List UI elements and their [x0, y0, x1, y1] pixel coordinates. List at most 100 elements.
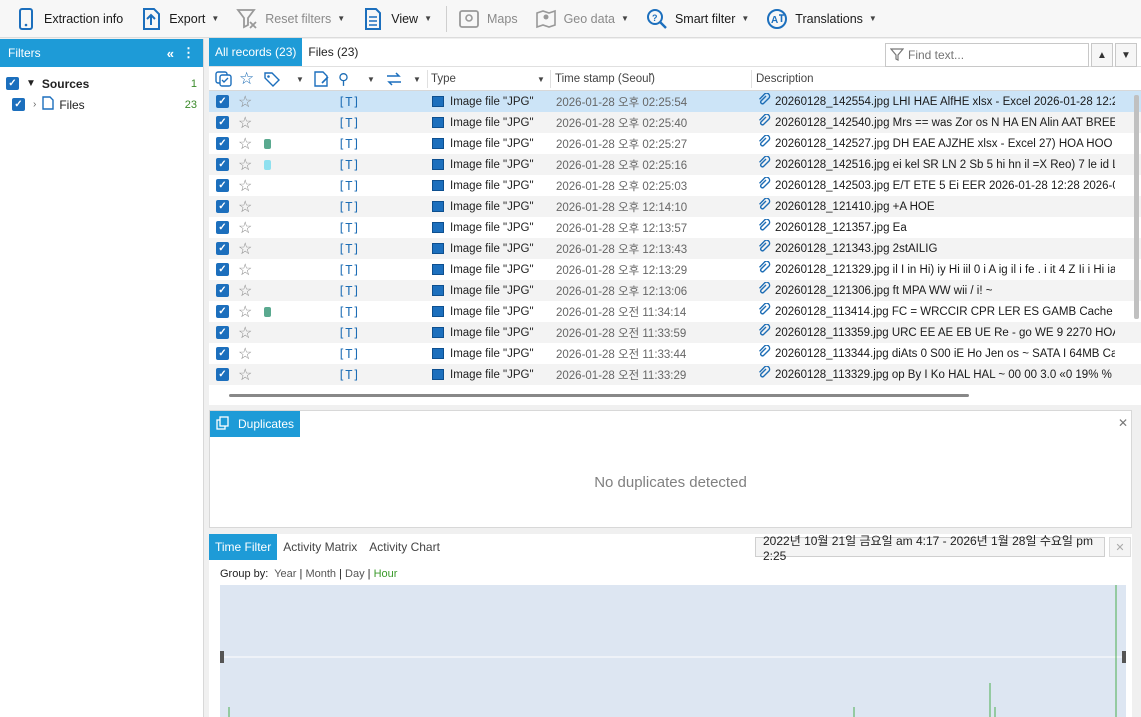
row-checkbox[interactable]: ✓ [216, 217, 229, 238]
swap-icon[interactable] [385, 67, 403, 91]
image-file-icon [432, 222, 444, 233]
find-text-box[interactable] [885, 43, 1089, 67]
chevron-right-icon[interactable]: › [33, 99, 36, 110]
row-checkbox[interactable]: ✓ [216, 322, 229, 343]
row-checkbox[interactable]: ✓ [216, 154, 229, 175]
table-row[interactable]: ✓ ☆ [T] Image file "JPG" 2026-01-28 오전 11:34… [209, 301, 1141, 322]
time-range-display: 2022년 10월 21일 금요일 am 4:17 - 2026년 1월 28일… [755, 534, 1105, 563]
smart-filter-button[interactable]: ? Smart filter ▼ [639, 4, 755, 34]
group-option-day[interactable]: Day [345, 568, 365, 580]
chevron-down-icon[interactable]: ▼ [537, 67, 545, 91]
star-icon[interactable]: ☆ [238, 154, 252, 175]
time-histogram[interactable] [220, 585, 1126, 717]
export-button[interactable]: Export ▼ [133, 4, 225, 34]
type-text: Image file "JPG" [450, 305, 534, 318]
row-checkbox[interactable]: ✓ [216, 112, 229, 133]
chevron-down-icon[interactable]: ▼ [26, 78, 36, 89]
row-checkbox[interactable]: ✓ [216, 196, 229, 217]
star-icon[interactable]: ☆ [238, 343, 252, 364]
row-checkbox[interactable]: ✓ [216, 280, 229, 301]
close-icon[interactable]: ✕ [1118, 416, 1128, 430]
table-row[interactable]: ✓ ☆ [T] Image file "JPG" 2026-01-28 오전 11:33… [209, 343, 1141, 364]
row-checkbox[interactable]: ✓ [216, 364, 229, 385]
star-icon[interactable]: ☆ [238, 301, 252, 322]
records-tabs: All records (23) Files (23) ▲ ▼ [209, 38, 1141, 67]
extraction-info-label: Extraction info [44, 11, 124, 26]
star-icon[interactable]: ☆ [238, 133, 252, 154]
star-icon[interactable]: ☆ [238, 238, 252, 259]
translations-button[interactable]: A Translations ▼ [759, 4, 883, 34]
star-icon[interactable]: ☆ [238, 217, 252, 238]
row-checkbox[interactable]: ✓ [216, 238, 229, 259]
table-row[interactable]: ✓ ☆ [T] Image file "JPG" 2026-01-28 오후 12:14… [209, 196, 1141, 217]
chevron-down-icon[interactable]: ▼ [296, 67, 304, 91]
star-header-icon[interactable]: ☆ [239, 67, 254, 91]
star-icon[interactable]: ☆ [238, 322, 252, 343]
table-row[interactable]: ✓ ☆ [T] Image file "JPG" 2026-01-28 오후 12:13… [209, 238, 1141, 259]
tab-all-records[interactable]: All records (23) [209, 38, 303, 66]
star-icon[interactable]: ☆ [238, 364, 252, 385]
table-row[interactable]: ✓ ☆ [T] Image file "JPG" 2026-01-28 오전 11:33… [209, 364, 1141, 385]
star-icon[interactable]: ☆ [238, 175, 252, 196]
select-all-icon[interactable] [215, 67, 233, 91]
star-icon[interactable]: ☆ [238, 259, 252, 280]
sources-checkbox[interactable]: ✓ [6, 77, 19, 90]
timestamp-cell: 2026-01-28 오후 02:25:27 [556, 138, 688, 151]
table-row[interactable]: ✓ ☆ [T] Image file "JPG" 2026-01-28 오후 02:25… [209, 154, 1141, 175]
more-menu-icon[interactable]: ⋮ [182, 45, 195, 61]
row-checkbox[interactable]: ✓ [216, 259, 229, 280]
star-icon[interactable]: ☆ [238, 112, 252, 133]
type-text: Image file "JPG" [450, 242, 534, 255]
group-option-year[interactable]: Year [274, 568, 296, 580]
tab-activity-chart[interactable]: Activity Chart [363, 534, 446, 560]
table-row[interactable]: ✓ ☆ [T] Image file "JPG" 2026-01-28 오후 02:25… [209, 91, 1141, 112]
paperclip-icon [757, 323, 771, 341]
view-button[interactable]: View ▼ [355, 4, 438, 34]
files-checkbox[interactable]: ✓ [12, 98, 25, 111]
records-rows: ✓ ☆ [T] Image file "JPG" 2026-01-28 오후 02:25… [209, 91, 1141, 385]
group-option-hour[interactable]: Hour [374, 568, 398, 580]
table-row[interactable]: ✓ ☆ [T] Image file "JPG" 2026-01-28 오후 12:13… [209, 280, 1141, 301]
tag-icon[interactable] [263, 67, 281, 91]
reset-filters-button[interactable]: Reset filters ▼ [229, 4, 351, 34]
tab-activity-matrix[interactable]: Activity Matrix [277, 534, 363, 560]
column-type[interactable]: Type [431, 67, 456, 91]
chevron-down-icon[interactable]: ▼ [413, 67, 421, 91]
column-description[interactable]: Description [756, 67, 814, 91]
table-row[interactable]: ✓ ☆ [T] Image file "JPG" 2026-01-28 오후 12:13… [209, 217, 1141, 238]
chevron-down-icon[interactable]: ▼ [367, 67, 375, 91]
table-row[interactable]: ✓ ☆ [T] Image file "JPG" 2026-01-28 오후 12:13… [209, 259, 1141, 280]
star-icon[interactable]: ☆ [238, 280, 252, 301]
table-row[interactable]: ✓ ☆ [T] Image file "JPG" 2026-01-28 오후 02:25… [209, 112, 1141, 133]
horizontal-scrollbar[interactable] [229, 394, 969, 397]
row-checkbox[interactable]: ✓ [216, 343, 229, 364]
find-prev-button[interactable]: ▲ [1091, 43, 1113, 67]
row-checkbox[interactable]: ✓ [216, 133, 229, 154]
group-option-month[interactable]: Month [305, 568, 336, 580]
attachment-header-icon[interactable]: ⚲ [338, 67, 349, 91]
maps-button[interactable]: Maps [451, 4, 524, 34]
geo-data-button[interactable]: Geo data ▼ [528, 4, 635, 34]
find-text-input[interactable] [908, 48, 1088, 62]
collapse-panel-icon[interactable]: « [167, 46, 174, 61]
clear-range-icon[interactable]: ✕ [1109, 537, 1131, 557]
description-text: 20260128_142503.jpg E/T ETE 5 Ei EER 202… [775, 179, 1115, 192]
tab-time-filter[interactable]: Time Filter [209, 534, 278, 560]
row-checkbox[interactable]: ✓ [216, 91, 229, 112]
column-timestamp[interactable]: Time stamp (Seoul) [555, 67, 655, 91]
tab-duplicates[interactable]: Duplicates [210, 411, 301, 437]
table-row[interactable]: ✓ ☆ [T] Image file "JPG" 2026-01-28 오전 11:33… [209, 322, 1141, 343]
tab-files[interactable]: Files (23) [302, 38, 364, 66]
row-checkbox[interactable]: ✓ [216, 301, 229, 322]
vertical-scrollbar[interactable] [1134, 95, 1139, 319]
extraction-info-button[interactable]: Extraction info [8, 4, 129, 34]
tree-item-sources[interactable]: ✓ ▼ Sources 1 [0, 73, 203, 94]
note-icon[interactable] [313, 67, 331, 91]
row-checkbox[interactable]: ✓ [216, 175, 229, 196]
find-next-button[interactable]: ▼ [1115, 43, 1137, 67]
table-row[interactable]: ✓ ☆ [T] Image file "JPG" 2026-01-28 오후 02:25… [209, 175, 1141, 196]
table-row[interactable]: ✓ ☆ [T] Image file "JPG" 2026-01-28 오후 02:25… [209, 133, 1141, 154]
star-icon[interactable]: ☆ [238, 91, 252, 112]
star-icon[interactable]: ☆ [238, 196, 252, 217]
tree-item-files[interactable]: ✓ › Files 23 [0, 94, 203, 115]
